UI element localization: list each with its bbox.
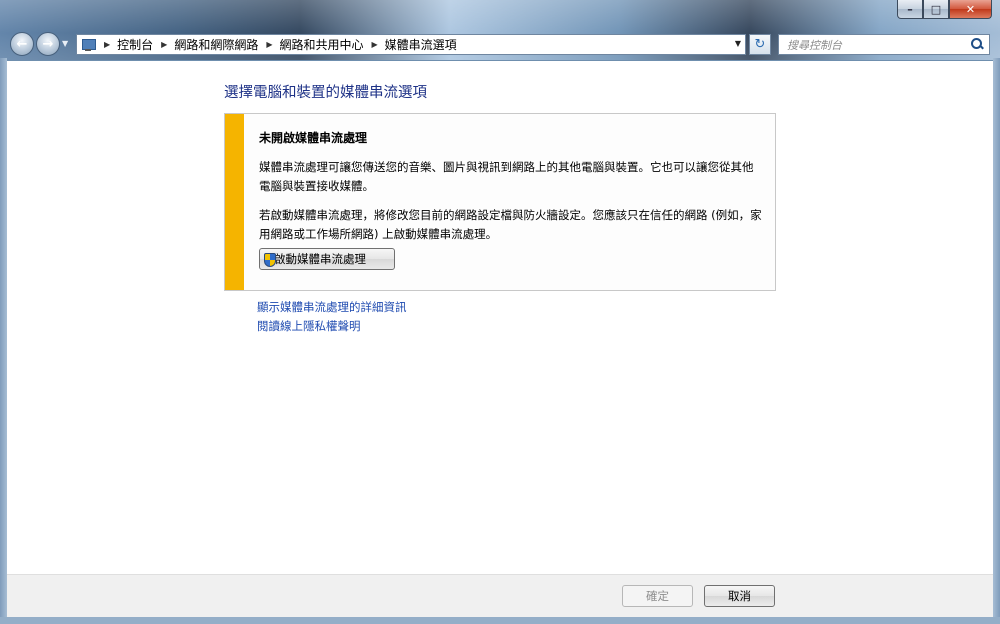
navigation-bar: ← → ▼ ▶ 控制台 ▶ 網路和網際網路 ▶ 網路和共用中心 ▶ 媒體串流選項… bbox=[0, 30, 1000, 58]
network-warning-text: 若啟動媒體串流處理，將修改您目前的網路設定檔與防火牆設定。您應該只在信任的網路 … bbox=[259, 208, 762, 241]
ok-button[interactable]: 確定 bbox=[622, 585, 693, 607]
page-title: 選擇電腦和裝置的媒體串流選項 bbox=[224, 85, 427, 101]
maximize-button[interactable]: □ bbox=[923, 0, 949, 19]
warning-stripe bbox=[225, 114, 244, 290]
chevron-right-icon[interactable]: ▶ bbox=[266, 40, 272, 49]
window-controls: – □ ✕ bbox=[897, 0, 992, 19]
chevron-right-icon[interactable]: ▶ bbox=[161, 40, 167, 49]
window-border bbox=[0, 617, 1000, 624]
breadcrumb-control-panel[interactable]: 控制台 bbox=[117, 36, 153, 53]
minimize-button[interactable]: – bbox=[897, 0, 923, 19]
enable-button-label: 啟動媒體串流處理 bbox=[274, 252, 366, 266]
breadcrumb-network-internet[interactable]: 網路和網際網路 bbox=[174, 36, 258, 53]
cancel-button[interactable]: 取消 bbox=[704, 585, 775, 607]
breadcrumb-network-sharing-center[interactable]: 網路和共用中心 bbox=[280, 36, 364, 53]
dialog-footer: 確定 取消 bbox=[7, 574, 993, 617]
main-content: 選擇電腦和裝置的媒體串流選項 未開啟媒體串流處理 媒體串流處理可讓您傳送您的音樂… bbox=[7, 61, 993, 574]
close-button[interactable]: ✕ bbox=[949, 0, 992, 19]
chevron-right-icon[interactable]: ▶ bbox=[372, 40, 378, 49]
window-border bbox=[0, 58, 7, 624]
back-arrow-icon[interactable]: ← bbox=[10, 32, 34, 56]
streaming-description: 媒體串流處理可讓您傳送您的音樂、圖片與視訊到網路上的其他電腦與裝置。它也可以讓您… bbox=[259, 160, 754, 193]
search-input[interactable]: 搜尋控制台 bbox=[778, 34, 990, 55]
address-history-chevron-down-icon[interactable]: ▼ bbox=[735, 39, 741, 48]
chevron-right-icon[interactable]: ▶ bbox=[104, 40, 110, 49]
breadcrumb-media-streaming-options[interactable]: 媒體串流選項 bbox=[385, 36, 457, 53]
control-panel-icon bbox=[81, 38, 96, 52]
enable-media-streaming-button[interactable]: 啟動媒體串流處理 bbox=[259, 248, 395, 270]
window-border bbox=[993, 58, 1000, 624]
search-placeholder: 搜尋控制台 bbox=[787, 38, 842, 52]
privacy-statement-link[interactable]: 閱讀線上隱私權聲明 bbox=[257, 318, 361, 334]
refresh-icon[interactable]: ↻ bbox=[749, 34, 771, 55]
recent-pages-chevron-down-icon[interactable]: ▼ bbox=[62, 39, 68, 48]
uac-shield-icon bbox=[264, 253, 276, 267]
search-icon[interactable] bbox=[971, 38, 983, 50]
address-bar[interactable]: ▶ 控制台 ▶ 網路和網際網路 ▶ 網路和共用中心 ▶ 媒體串流選項 ▼ bbox=[76, 34, 746, 55]
forward-arrow-icon[interactable]: → bbox=[36, 32, 60, 56]
streaming-details-link[interactable]: 顯示媒體串流處理的詳細資訊 bbox=[257, 299, 407, 315]
streaming-status-box: 未開啟媒體串流處理 媒體串流處理可讓您傳送您的音樂、圖片與視訊到網路上的其他電腦… bbox=[224, 113, 776, 291]
status-heading: 未開啟媒體串流處理 bbox=[259, 131, 368, 145]
